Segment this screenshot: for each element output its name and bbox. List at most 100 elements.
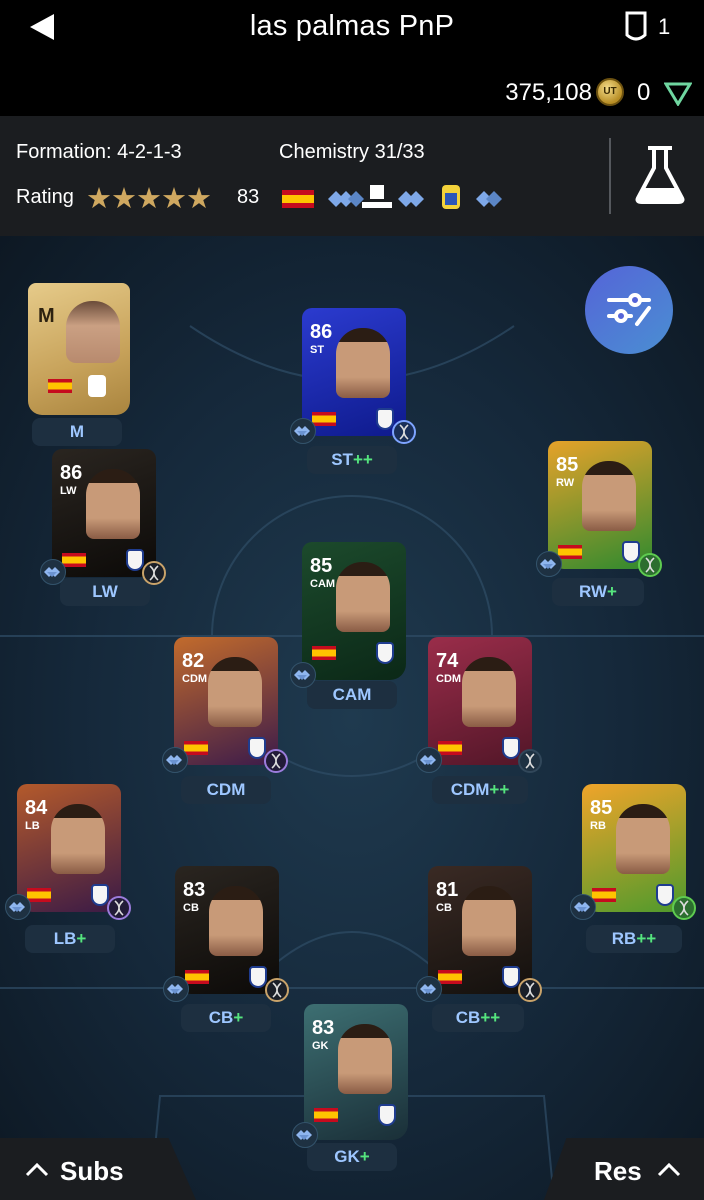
player-photo [338,1024,392,1094]
nation-flag-icon [314,1108,338,1122]
player-position: CB [183,902,199,914]
manager-card[interactable]: M [28,283,130,415]
player-card-lw[interactable]: 86 LW [52,449,156,577]
points-balance: 0 [637,79,651,106]
club-badge-icon [378,1104,396,1126]
player-rating: 82 [182,650,205,672]
player-photo [86,469,140,539]
player-photo [51,804,105,874]
player-rating: 86 [310,321,333,343]
laliga-icon [362,185,392,208]
nation-flag-icon [438,741,462,755]
chemistry-lab-icon[interactable] [630,144,690,206]
subs-label: Subs [60,1156,124,1186]
player-photo [462,886,516,956]
nation-flag-icon [558,545,582,559]
player-photo [208,657,262,727]
slot-label-cdm1[interactable]: CDM [181,776,271,804]
player-position: CDM [182,673,208,685]
chemistry-style-icon [392,420,416,444]
coin-label: UT [603,86,617,97]
player-card-rw[interactable]: 85 RW [548,441,652,569]
nation-flag-icon [312,646,336,660]
player-rating: 83 [312,1017,335,1039]
spain-flag-icon [282,190,314,208]
slot-label-lw[interactable]: LW [60,578,150,606]
chemistry-style-icon [264,749,288,773]
player-card-gk[interactable]: 83 GK [304,1004,408,1140]
club-badge-icon [622,541,640,563]
chevron-up-icon [657,1162,681,1177]
player-card-cam[interactable]: 85 CAM [302,542,406,680]
squad-actions-button[interactable] [585,266,673,354]
top-bar: las palmas PnP 1 375,108 UT 0 [0,0,704,116]
player-card-st[interactable]: 86 ST [302,308,406,436]
slot-chemistry-plus: + [76,929,87,948]
player-position: LB [25,820,40,832]
slot-position: ST [331,450,353,469]
nation-flag-icon [312,412,336,426]
reserves-button[interactable]: Res [544,1138,704,1200]
slot-position: CDM [450,780,490,799]
player-position: ST [310,344,325,356]
chemistry-diamond-icon [570,894,596,920]
chemistry-style-icon [672,896,696,920]
nation-flag-icon [62,553,86,567]
nation-flag-icon [185,970,209,984]
nation-flag-icon [438,970,462,984]
chemistry-diamond-icon [328,191,364,207]
chemistry-style-icon [518,749,542,773]
reserves-label: Res [594,1156,642,1186]
club-badge-icon [248,737,266,759]
manager-photo [66,301,120,363]
slot-label-rb[interactable]: RB++ [586,925,682,953]
slot-position: CB [208,1008,234,1027]
player-card-cdm2[interactable]: 74 CDM [428,637,532,765]
rating-label: Rating [16,186,74,208]
nation-flag-icon [592,888,616,902]
manager-slot-label[interactable]: M [32,418,122,446]
slot-label-cb2[interactable]: CB++ [432,1004,524,1032]
slot-position: CDM [206,780,246,799]
squad-info-panel [0,116,704,236]
chevron-up-icon [25,1162,49,1177]
slot-label-cam[interactable]: CAM [307,681,397,709]
player-card-cdm1[interactable]: 82 CDM [174,637,278,765]
club-badge-icon [376,408,394,430]
slot-label-rw[interactable]: RW+ [552,578,644,606]
player-photo [462,657,516,727]
player-card-lb[interactable]: 84 LB [17,784,121,912]
player-rating: 84 [25,797,48,819]
chemistry-style-icon [518,978,542,1002]
slot-position: RB [611,929,637,948]
league-badge-icon [88,375,106,397]
coin-icon: UT [596,78,624,106]
club-badge-icon [376,642,394,664]
chemistry-diamond-icon [290,418,316,444]
card-slot-icon[interactable] [622,10,650,44]
slot-label-st[interactable]: ST++ [307,446,397,474]
player-photo [582,461,636,531]
chemistry-diamond-icon [416,747,442,773]
chemistry-diamond-icon [536,551,562,577]
player-card-cb1[interactable]: 83 CB [175,866,279,994]
rating-value: 83 [237,186,260,208]
player-position: CAM [310,578,336,590]
player-position: LW [60,485,77,497]
slot-label-lb[interactable]: LB+ [25,925,115,953]
slot-label-gk[interactable]: GK+ [307,1143,397,1171]
player-position: CB [436,902,452,914]
subs-button[interactable]: Subs [0,1138,196,1200]
player-card-rb[interactable]: 85 RB [582,784,686,912]
squad-title: las palmas PnP [249,10,455,42]
player-rating: 86 [60,462,83,484]
slot-label-cb1[interactable]: CB+ [181,1004,271,1032]
chemistry-diamond-icon [290,662,316,688]
chemistry-diamond-icon [40,559,66,585]
formation-label[interactable]: Formation: 4-2-1-3 [16,141,182,164]
player-card-cb2[interactable]: 81 CB [428,866,532,994]
chemistry-style-icon [142,561,166,585]
slot-position: LB [53,929,77,948]
rating-stars: ★★★★★ [86,183,212,215]
slot-label-cdm2[interactable]: CDM++ [432,776,528,804]
